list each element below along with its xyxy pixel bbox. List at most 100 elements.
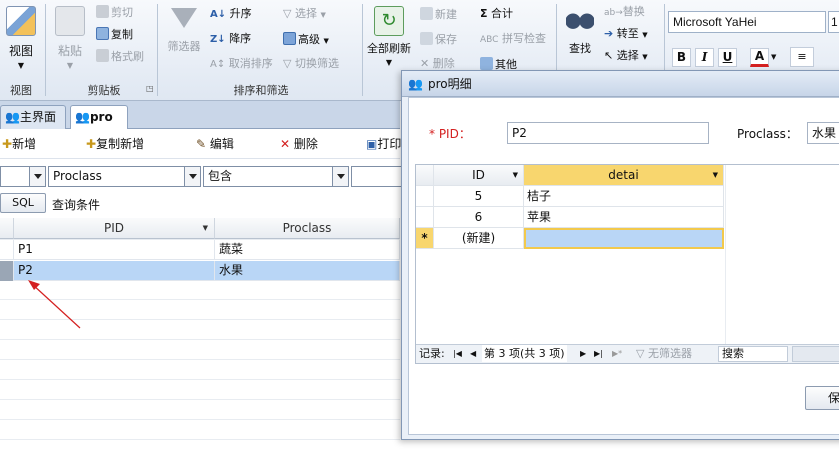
italic-button[interactable]: I xyxy=(695,48,714,67)
prev-record-icon[interactable]: ◀ xyxy=(470,345,476,362)
new-row-marker[interactable]: * xyxy=(416,228,434,249)
paste-button[interactable]: 粘贴 ▼ xyxy=(52,4,88,76)
record-position[interactable]: 第 3 项(共 3 项) xyxy=(482,345,567,362)
chevron-down-icon xyxy=(29,167,45,186)
cell-id[interactable]: 6 xyxy=(434,207,524,228)
scissors-icon xyxy=(96,5,109,18)
clear-sort-icon: A↕ xyxy=(210,59,226,70)
underline-button[interactable]: U xyxy=(718,48,737,67)
font-color-button[interactable]: A xyxy=(750,48,769,67)
new-row-detai-cell[interactable] xyxy=(524,228,724,249)
new-record-icon xyxy=(420,7,433,20)
dialog-titlebar[interactable]: 👥 pro明细 xyxy=(402,71,839,97)
edit-icon: ✎ xyxy=(196,137,207,151)
group-label-view: 视图 xyxy=(10,84,32,97)
view-icon xyxy=(6,6,36,36)
tab-main[interactable]: 👥主界面 xyxy=(0,105,66,129)
selection-filter-button[interactable]: ▽ 选择 ▼ xyxy=(283,7,326,22)
toggle-filter-icon: ▽ xyxy=(283,57,292,70)
chevron-down-icon: ▼ xyxy=(323,37,329,45)
copy-new-icon: ✚ xyxy=(86,137,97,151)
edit-button[interactable]: ✎ 编辑 xyxy=(196,133,234,155)
save-record-button[interactable]: 保存 xyxy=(420,32,457,47)
column-header-detai[interactable]: detai ▼ xyxy=(524,165,724,186)
pointer-icon: ↖ xyxy=(604,49,614,62)
filter-value-input[interactable] xyxy=(351,166,403,187)
replace-icon: ab→ xyxy=(604,8,623,18)
bold-button[interactable]: B xyxy=(672,48,691,67)
column-header-pid[interactable]: PID ▼ xyxy=(14,218,215,239)
toggle-filter-button[interactable]: ▽ 切换筛选 xyxy=(283,57,339,71)
clear-sort-button[interactable]: A↕ 取消排序 xyxy=(210,57,273,72)
chevron-down-icon[interactable]: ▼ xyxy=(771,53,776,61)
find-button[interactable]: 查找 xyxy=(560,4,600,64)
sql-button[interactable]: SQL xyxy=(0,193,46,213)
refresh-all-button[interactable]: ↻ 全部刷新 ▼ xyxy=(364,4,414,74)
first-record-icon[interactable]: |◀ xyxy=(453,345,462,362)
group-label-sort-filter: 排序和筛选 xyxy=(233,84,289,97)
advanced-filter-button[interactable]: 高级 ▼ xyxy=(283,32,329,48)
view-button[interactable]: 视图 ▼ xyxy=(4,4,38,74)
horizontal-scrollbar[interactable] xyxy=(792,346,839,362)
new-row-id[interactable]: (新建) xyxy=(434,228,524,249)
no-filter-icon: ▽ xyxy=(636,347,645,360)
row-selector[interactable] xyxy=(0,240,14,260)
select-button[interactable]: ↖ 选择 ▼ xyxy=(604,49,648,64)
totals-button[interactable]: Σ 合计 xyxy=(480,7,513,21)
next-record-icon[interactable]: ▶ xyxy=(580,345,586,362)
clipboard-icon xyxy=(55,6,85,36)
new-record-nav-icon[interactable]: ▶* xyxy=(612,345,622,362)
cell-proclass[interactable]: 蔬菜 xyxy=(215,240,400,260)
pid-field[interactable]: P2 xyxy=(507,122,709,144)
no-filter-button[interactable]: ▽ 无筛选器 xyxy=(636,345,692,362)
funnel-icon xyxy=(171,8,197,28)
dialog-title: pro明细 xyxy=(428,77,472,91)
format-painter-button[interactable]: 格式刷 xyxy=(96,49,144,64)
records-label: 记录: xyxy=(419,347,445,360)
replace-button[interactable]: ab→替换 xyxy=(604,5,645,20)
tab-pro[interactable]: 👥pro xyxy=(70,105,128,130)
dialog-launcher-icon[interactable]: ◳ xyxy=(146,84,154,93)
goto-button[interactable]: ➔ 转至 ▼ xyxy=(604,27,648,42)
users-icon: 👥 xyxy=(5,110,20,124)
font-size-select[interactable]: 1 xyxy=(828,11,839,33)
proclass-field[interactable]: 水果 xyxy=(807,122,839,144)
filter-field-select[interactable]: Proclass xyxy=(48,166,201,187)
delete-button[interactable]: ✕ 删除 xyxy=(280,133,318,155)
cell-detai[interactable]: 苹果 xyxy=(524,207,724,228)
cell-id[interactable]: 5 xyxy=(434,186,524,207)
highlight-icon[interactable]: ≡ xyxy=(790,47,814,67)
cell-proclass[interactable]: 水果 xyxy=(215,261,400,281)
cell-pid[interactable]: P1 xyxy=(14,240,215,260)
filter-logic-select[interactable] xyxy=(0,166,46,187)
filter-operator-select[interactable]: 包含 xyxy=(203,166,349,187)
cut-button[interactable]: 剪切 xyxy=(96,5,133,20)
proclass-label: Proclass： xyxy=(737,127,798,141)
new-button[interactable]: ✚新增 xyxy=(2,133,36,155)
sort-descending-button[interactable]: Z↓ 降序 xyxy=(210,32,251,47)
filter-icon: ▽ xyxy=(283,7,292,20)
row-selector[interactable] xyxy=(416,186,434,207)
column-header-proclass[interactable]: Proclass xyxy=(215,218,400,239)
font-name-select[interactable]: Microsoft YaHei xyxy=(668,11,826,33)
save-button[interactable]: 保 xyxy=(805,386,839,410)
delete-record-button[interactable]: ✕ 删除 xyxy=(420,57,455,71)
refresh-icon: ↻ xyxy=(374,6,404,36)
table-row[interactable]: P1 蔬菜 xyxy=(0,240,400,260)
row-selector[interactable] xyxy=(0,261,14,281)
cell-detai[interactable]: 桔子 xyxy=(524,186,724,207)
sort-ascending-button[interactable]: A↓ 升序 xyxy=(210,7,252,22)
print-button[interactable]: ▣打印 xyxy=(366,133,401,155)
column-header-id[interactable]: ID ▼ xyxy=(434,165,524,186)
last-record-icon[interactable]: ▶| xyxy=(594,345,603,362)
copy-button[interactable]: 复制 xyxy=(96,27,133,42)
dialog-body: * PID： P2 Proclass： 水果 ID ▼ detai ▼ 5 桔子 6… xyxy=(408,97,839,435)
copy-new-button[interactable]: ✚复制新增 xyxy=(86,133,144,155)
row-selector[interactable] xyxy=(416,207,434,228)
spelling-button[interactable]: ABC 拼写检查 xyxy=(480,32,546,47)
chevron-down-icon: ▼ xyxy=(712,171,718,179)
search-box[interactable]: 搜索 xyxy=(718,346,788,362)
new-record-button[interactable]: 新建 xyxy=(420,7,457,22)
chevron-down-icon xyxy=(184,167,200,186)
filter-button[interactable]: 筛选器 xyxy=(163,4,205,64)
